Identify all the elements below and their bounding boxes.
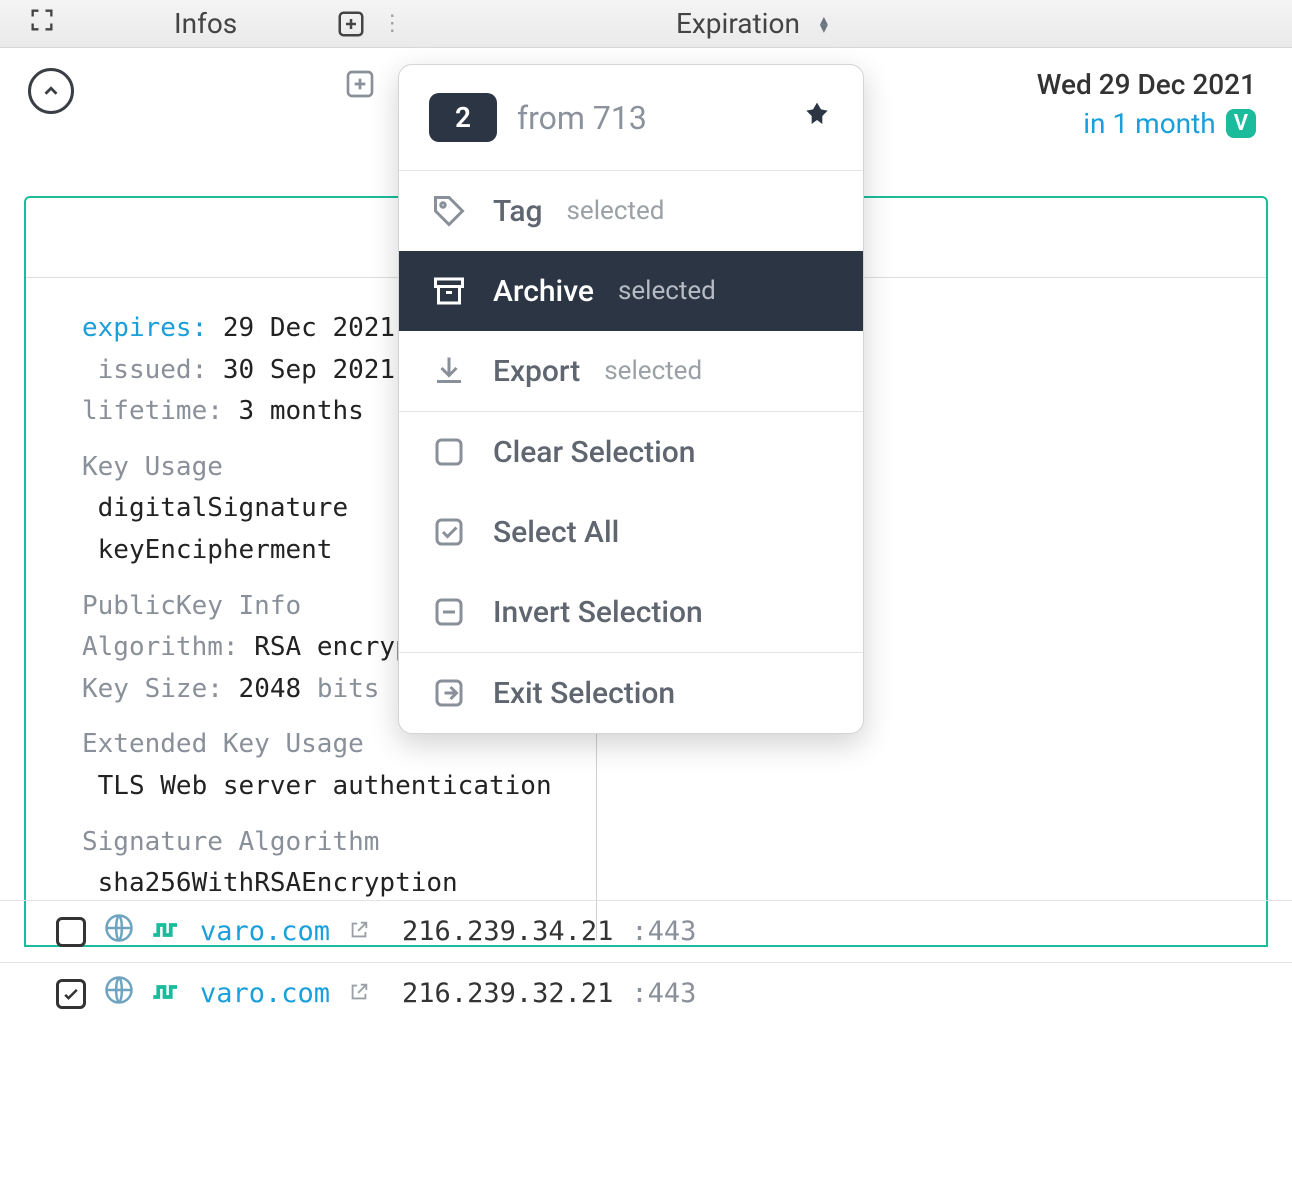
menu-archive[interactable]: Archive selected: [399, 251, 863, 331]
keysize-value: 2048: [239, 674, 302, 704]
ext-key-usage-1: TLS Web server authentication: [98, 771, 552, 801]
add-small-button[interactable]: [344, 68, 376, 104]
square-icon: [429, 432, 469, 472]
lifetime-label: lifetime:: [82, 396, 223, 426]
sig-algo-title: Signature Algorithm: [82, 822, 1210, 864]
list-item[interactable]: varo.com 216.239.34.21 :443: [0, 900, 1292, 962]
sig-algo-value: sha256WithRSAEncryption: [98, 868, 458, 898]
selection-menu: 2 from 713 Tag selected Archive selected…: [398, 64, 864, 734]
minus-square-icon: [429, 592, 469, 632]
add-button[interactable]: [333, 6, 369, 42]
selection-count: 2: [429, 93, 497, 142]
keysize-label: Key Size:: [82, 674, 223, 704]
menu-clear-selection[interactable]: Clear Selection: [399, 412, 863, 492]
port: :443: [631, 916, 696, 947]
globe-icon: [104, 913, 134, 950]
row-checkbox[interactable]: [56, 917, 86, 947]
selection-summary: 2 from 713: [399, 65, 863, 171]
issued-value: 30 Sep 2021: [223, 355, 395, 385]
list-item[interactable]: varo.com 216.239.32.21 :443: [0, 962, 1292, 1024]
expiration-date: Wed 29 Dec 2021: [1037, 68, 1256, 101]
toolbar-title: Infos: [174, 7, 237, 40]
issued-label: issued:: [98, 355, 208, 385]
expires-value: 29 Dec 2021: [223, 313, 395, 343]
more-icon[interactable]: ⋮: [381, 11, 403, 36]
key-usage-1: digitalSignature: [98, 493, 348, 523]
external-link-icon[interactable]: [348, 916, 370, 948]
keysize-unit: bits: [317, 674, 380, 704]
sort-arrows-icon: ▴▾: [820, 16, 828, 32]
total-count: 713: [593, 99, 647, 137]
check-square-icon: [429, 512, 469, 552]
fullscreen-icon[interactable]: [28, 6, 56, 41]
certificate-list: varo.com 216.239.34.21 :443 varo.com 216.…: [0, 900, 1292, 1024]
pulse-icon: [152, 978, 182, 1010]
domain[interactable]: varo.com: [200, 978, 330, 1009]
tag-icon: [429, 191, 469, 231]
ip-address: 216.239.32.21: [402, 978, 613, 1009]
export-icon: [429, 351, 469, 391]
expiration-relative: in 1 month: [1083, 107, 1215, 140]
status-badge: V: [1226, 109, 1256, 138]
lifetime-value: 3 months: [239, 396, 364, 426]
top-toolbar: Infos ⋮ Expiration ▴▾: [0, 0, 1292, 48]
menu-exit-selection[interactable]: Exit Selection: [399, 653, 863, 733]
collapse-toggle[interactable]: [28, 68, 74, 114]
sort-column[interactable]: Expiration ▴▾: [676, 7, 828, 40]
expiration-block: Wed 29 Dec 2021 in 1 month V: [1037, 68, 1256, 140]
key-usage-2: keyEncipherment: [98, 535, 333, 565]
pin-icon[interactable]: [801, 100, 833, 136]
row-checkbox[interactable]: [56, 979, 86, 1009]
domain[interactable]: varo.com: [200, 916, 330, 947]
port: :443: [631, 978, 696, 1009]
archive-icon: [429, 271, 469, 311]
sort-label: Expiration: [676, 7, 800, 40]
external-link-icon[interactable]: [348, 978, 370, 1010]
algorithm-label: Algorithm:: [82, 632, 239, 662]
globe-icon: [104, 975, 134, 1012]
menu-export[interactable]: Export selected: [399, 331, 863, 411]
menu-tag[interactable]: Tag selected: [399, 171, 863, 251]
pulse-icon: [152, 916, 182, 948]
expires-label: expires:: [82, 313, 207, 343]
menu-select-all[interactable]: Select All: [399, 492, 863, 572]
menu-invert-selection[interactable]: Invert Selection: [399, 572, 863, 652]
arrow-right-square-icon: [429, 673, 469, 713]
from-label: from: [517, 99, 585, 137]
ip-address: 216.239.34.21: [402, 916, 613, 947]
